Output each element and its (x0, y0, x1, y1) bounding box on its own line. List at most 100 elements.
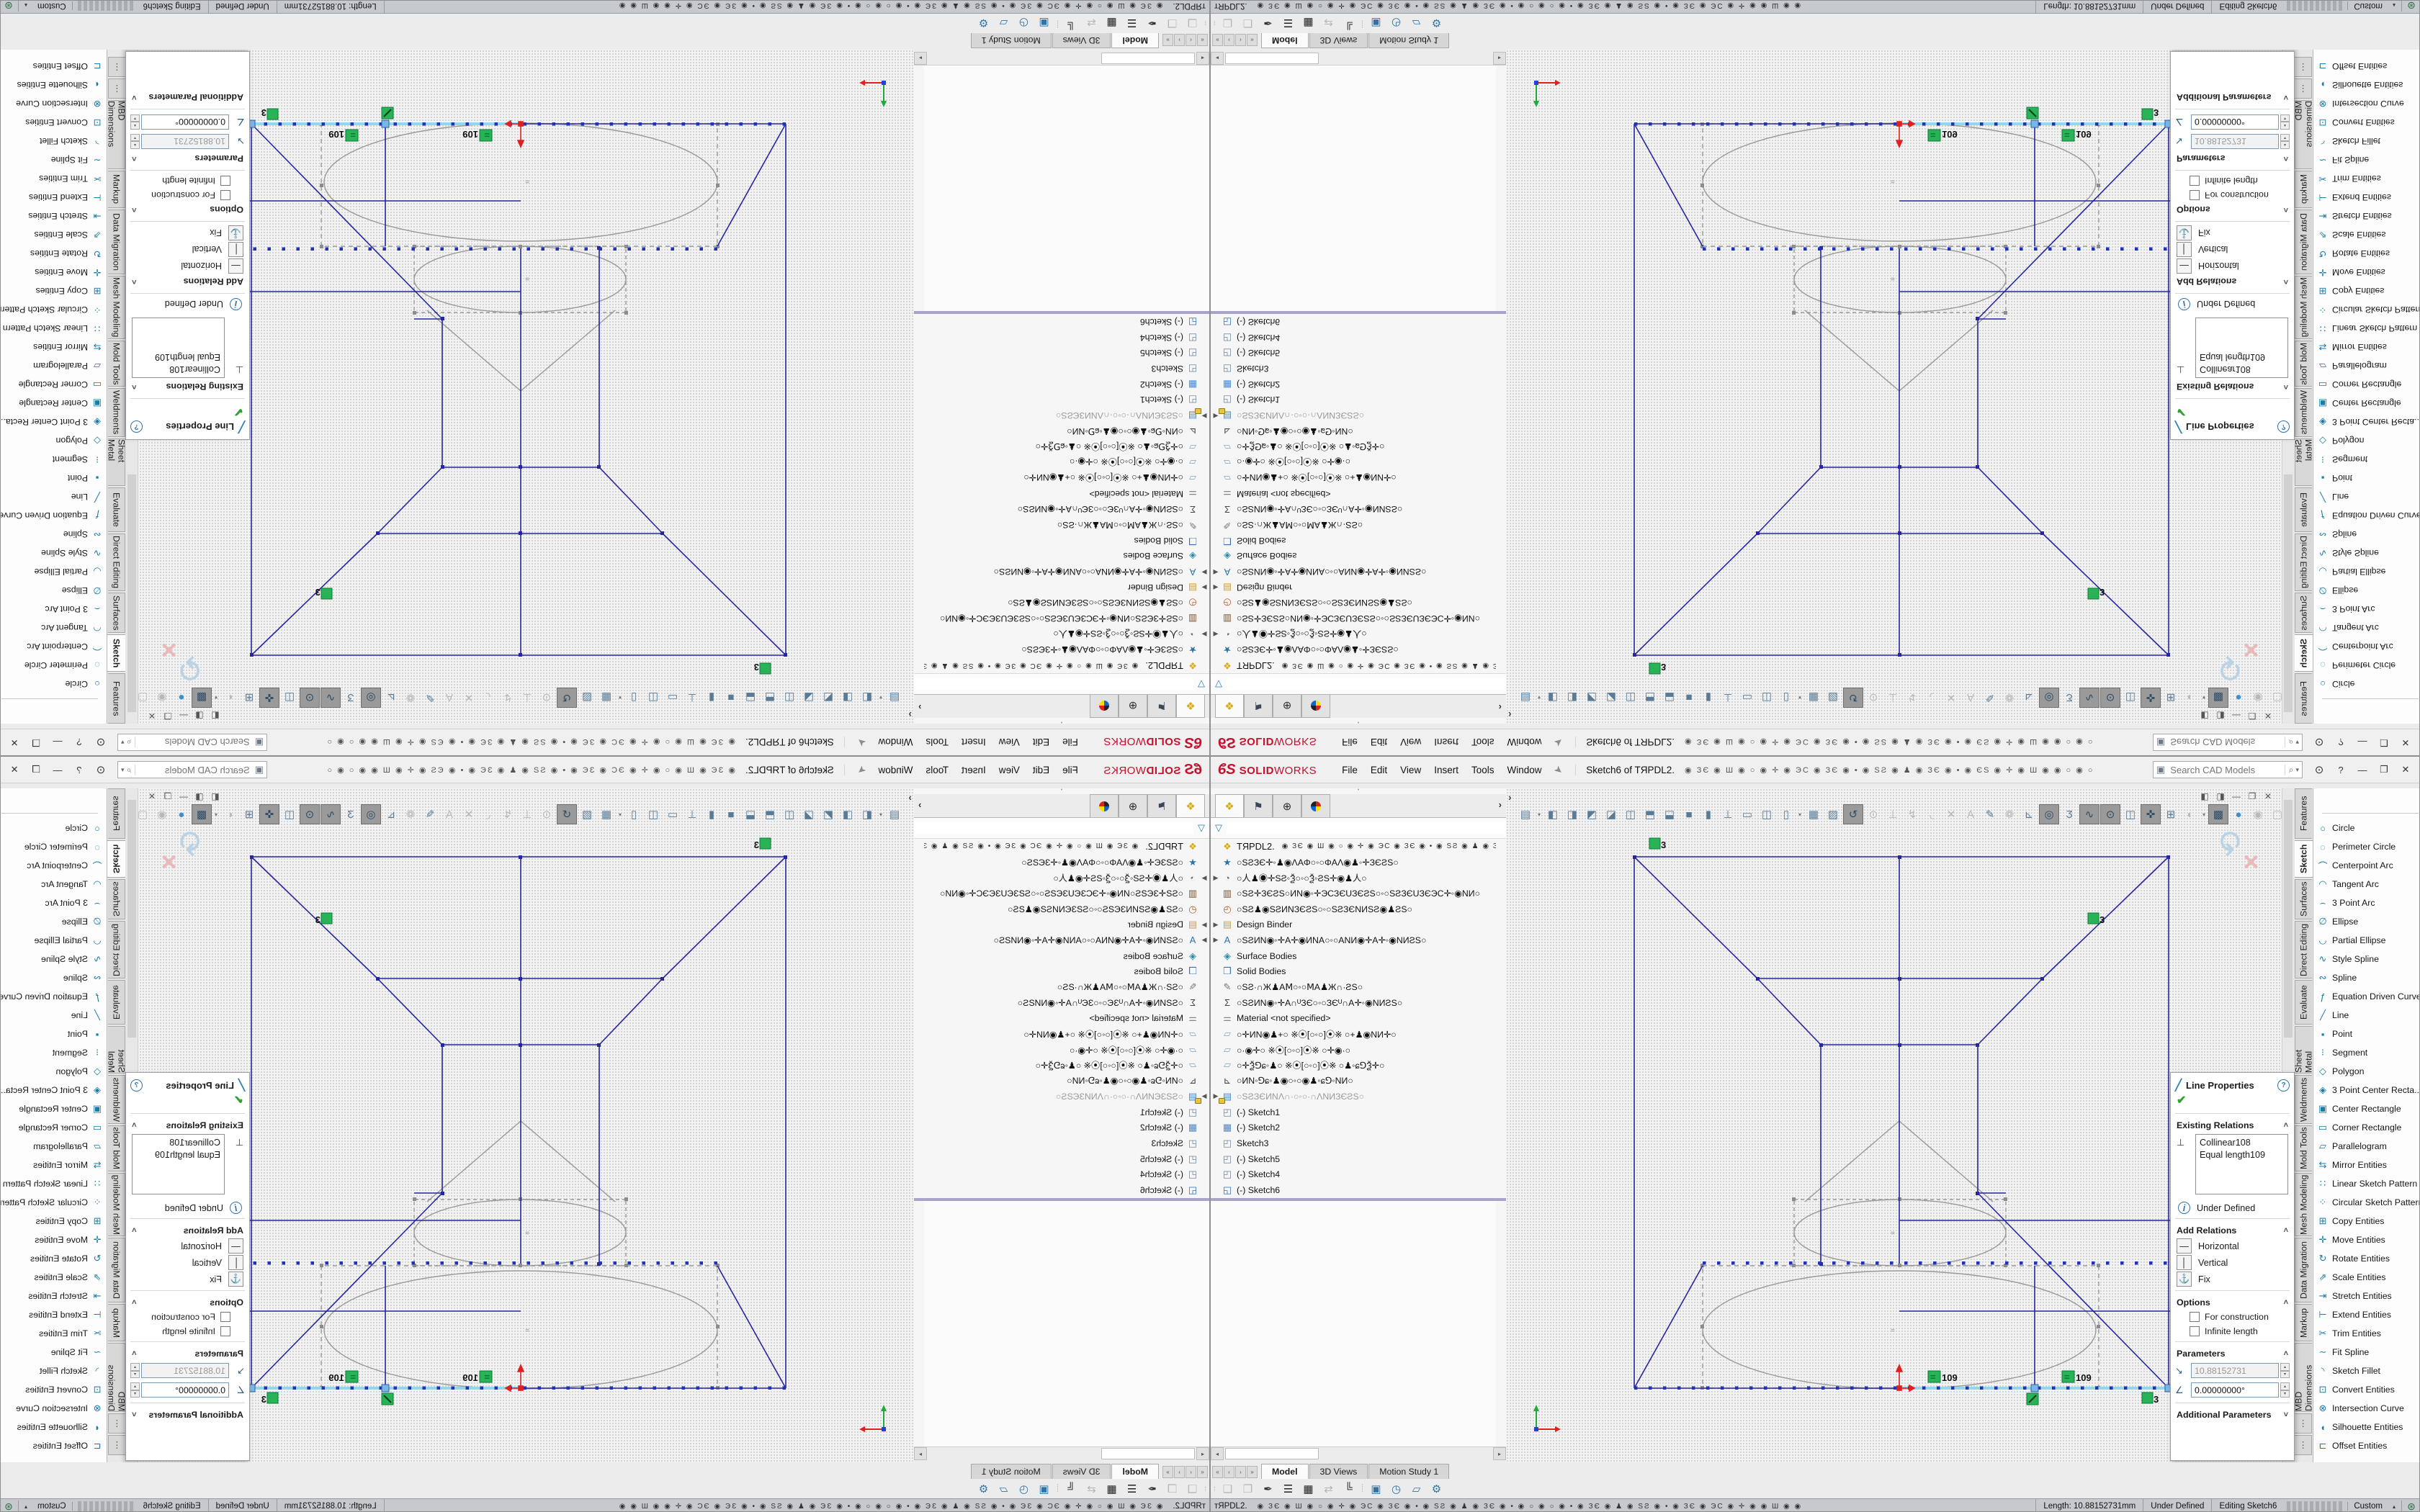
commandmanager-tab-direct-editing[interactable]: Direct Editing (2295, 921, 2312, 978)
tool-3-point-center-recta-[interactable]: ◈3 Point Center Recta... (2313, 413, 2420, 431)
checkbox[interactable] (220, 190, 230, 200)
tool-scale-entities[interactable]: ⇗Scale Entities (2313, 225, 2420, 244)
tool-tangent-arc[interactable]: ◠Tangent Arc (2313, 618, 2420, 637)
filter-funnel-icon[interactable]: ▽ (1198, 678, 1205, 690)
doc-tab-model[interactable]: Model (1261, 1464, 1309, 1479)
headsup-button[interactable]: ✎ (421, 688, 439, 707)
solidworks-resources-icon[interactable]: ⊛ (0, 0, 19, 12)
tool-partial-ellipse[interactable]: ◡Partial Ellipse (0, 931, 107, 950)
headsup-button[interactable]: ◉ (153, 805, 171, 824)
headsup-button[interactable]: Ӡ (341, 805, 360, 824)
bottom-toolbar-icon[interactable]: ❐ (1238, 1482, 1258, 1495)
commandmanager-tab--[interactable]: ⋮ (108, 57, 125, 77)
headsup-button[interactable]: ⊥ (518, 688, 537, 707)
child-window-button-4[interactable]: ✕ (144, 791, 160, 801)
menu-tools[interactable]: Tools (1465, 762, 1501, 778)
commandmanager-tab-mesh-modeling[interactable]: Mesh Modeling (2295, 276, 2312, 339)
status-custom-dropdown[interactable]: Custom▴ (19, 1502, 73, 1511)
tree-item[interactable]: ◰(-) Sketch5 (1211, 346, 1496, 361)
headsup-button[interactable]: ▾ (617, 688, 624, 707)
add-relations-section[interactable]: Add Relations ˄ (126, 274, 249, 290)
headsup-button[interactable]: ▦ (1804, 688, 1823, 707)
tab-scroll-button[interactable]: « (1212, 34, 1223, 46)
headsup-button[interactable]: ⊾ (2020, 805, 2038, 824)
additional-parameters-section[interactable]: Additional Parameters ˅ (126, 1406, 249, 1422)
tool-rotate-entities[interactable]: ↻Rotate Entities (0, 1249, 107, 1268)
headsup-button[interactable]: ⊙ (537, 688, 556, 707)
tree-item[interactable]: ◰(-) Sketch5 (1211, 1151, 1496, 1167)
vertical-relation-icon[interactable]: │ (228, 242, 243, 257)
headsup-button[interactable]: ◟ (479, 688, 498, 707)
angle-input[interactable]: 0.00000000° (2191, 114, 2279, 130)
tab-displaymanager[interactable] (1301, 794, 1330, 817)
relation-item[interactable]: Equal length109 (136, 351, 220, 363)
bottom-toolbar-icon[interactable]: ❏ (1182, 17, 1202, 30)
headsup-button[interactable]: ⊥ (1718, 688, 1737, 707)
bottom-toolbar-icon[interactable]: ▦ (1101, 17, 1121, 30)
tree-item[interactable]: ▶▤Design Binder (1211, 580, 1496, 595)
tool-centerpoint-arc[interactable]: ⌒Centerpoint Arc (0, 637, 107, 656)
menu-view[interactable]: View (992, 734, 1026, 751)
menu-file[interactable]: File (1056, 762, 1085, 778)
child-window-button-0[interactable]: ◧ (207, 791, 223, 801)
graphics-area[interactable]: = = (1506, 788, 2282, 1462)
tool-mirror-entities[interactable]: ⇆Mirror Entities (2313, 338, 2420, 356)
tool-circular-sketch-pattern[interactable]: ⁘Circular Sketch Pattern (2313, 1193, 2420, 1212)
commandmanager-tab-mold-tools[interactable]: Mold Tools (108, 341, 125, 387)
filter-input[interactable] (914, 678, 1193, 690)
tool-style-spline[interactable]: ∿Style Spline (2313, 950, 2420, 968)
expand-icon[interactable]: ▶ (1211, 874, 1221, 882)
headsup-button[interactable]: ⬒ (761, 805, 779, 824)
tool-fit-spline[interactable]: ∼Fit Spline (0, 150, 107, 169)
bottom-toolbar-icon[interactable]: ▣ (1366, 1482, 1386, 1495)
headsup-button[interactable]: ⊥ (683, 805, 702, 824)
headsup-button[interactable]: ✕ (1942, 805, 1960, 824)
menu-tools[interactable]: Tools (920, 734, 956, 751)
restore-icon[interactable]: ❐ (2373, 737, 2395, 748)
tool-spline[interactable]: ∾Spline (2313, 525, 2420, 544)
menu-file[interactable]: File (1335, 734, 1364, 751)
tab-featuremanager[interactable]: ❖ (1215, 794, 1244, 817)
headsup-button[interactable]: ⊙ (300, 804, 320, 824)
tool-ellipse[interactable]: ∅Ellipse (0, 581, 107, 600)
headsup-button[interactable]: ⊾ (382, 688, 400, 707)
tool-circle[interactable]: ○Circle (0, 819, 107, 837)
headsup-button[interactable]: ⊥ (683, 688, 702, 707)
tool-3-point-center-recta-[interactable]: ◈3 Point Center Recta... (0, 1081, 107, 1099)
menu-tools[interactable]: Tools (920, 762, 956, 778)
headsup-button[interactable]: ∿ (2079, 804, 2099, 824)
panel-collapse-icon[interactable]: › (1508, 709, 1512, 721)
expand-icon[interactable]: ▶ (1199, 583, 1209, 591)
checkbox[interactable] (2190, 190, 2200, 200)
menu-insert[interactable]: Insert (1428, 762, 1465, 778)
tool-silhouette-entities[interactable]: ◖Silhouette Entities (0, 1418, 107, 1436)
quick-toolbar-glyphs[interactable]: ◉ ЗЄ ◉ Ш ◉ ○ ◉ ✛ ◉ ЭС ◉ ЗЄ ◉ • ◉ ЅƧ ◉ ♟ … (267, 738, 735, 747)
headsup-button[interactable]: ◨ (1563, 805, 1582, 824)
commandmanager-tab-direct-editing[interactable]: Direct Editing (108, 534, 125, 591)
commandmanager-tab-mold-tools[interactable]: Mold Tools (2295, 341, 2312, 387)
tool-3-point-center-recta-[interactable]: ◈3 Point Center Recta... (0, 413, 107, 431)
tool-mirror-entities[interactable]: ⇆Mirror Entities (0, 338, 107, 356)
tab-featuremanager[interactable]: ❖ (1176, 695, 1205, 718)
commandmanager-tab--[interactable]: ⋮ (108, 1435, 125, 1455)
tool-circle[interactable]: ○Circle (2313, 819, 2420, 837)
graphics-area[interactable]: = = (1506, 50, 2282, 724)
commandmanager-tab--[interactable]: ⋮ (2295, 1435, 2312, 1455)
tree-item[interactable]: ✎○ЅƧ·∩Ж♟АⅯ○◦○ⅯА♟Ж∩·ƧЅ○ (924, 979, 1209, 995)
tool-spline[interactable]: ∾Spline (2313, 968, 2420, 987)
headsup-button[interactable]: ▾ (1796, 805, 1803, 824)
tree-item[interactable]: ▱○·◉✛○ ※⦿[○◦○]⦿※ ○✛◉·○ (1211, 454, 1496, 470)
tree-item[interactable]: ❒Solid Bodies (924, 533, 1209, 549)
commandmanager-tab--[interactable]: ⋮ (108, 1413, 125, 1434)
tool-extend-entities[interactable]: ⊢Extend Entities (2313, 1305, 2420, 1324)
tree-item[interactable]: ◰(-) Sketch1 (1211, 1104, 1496, 1120)
headsup-button[interactable]: ✎ (421, 805, 439, 824)
expand-icon[interactable]: ▶ (1199, 630, 1209, 638)
tool-ellipse[interactable]: ∅Ellipse (2313, 581, 2420, 600)
menu-window[interactable]: Window (872, 762, 920, 778)
commandmanager-tab-evaluate[interactable]: Evaluate (108, 487, 125, 532)
tool-corner-rectangle[interactable]: ▭Corner Rectangle (0, 375, 107, 394)
ok-check-icon[interactable]: ✔ (2171, 1093, 2294, 1110)
options-section[interactable]: Options ˄ (126, 202, 249, 218)
tree-item[interactable]: ◱(-) Sketch6 (924, 1182, 1209, 1198)
